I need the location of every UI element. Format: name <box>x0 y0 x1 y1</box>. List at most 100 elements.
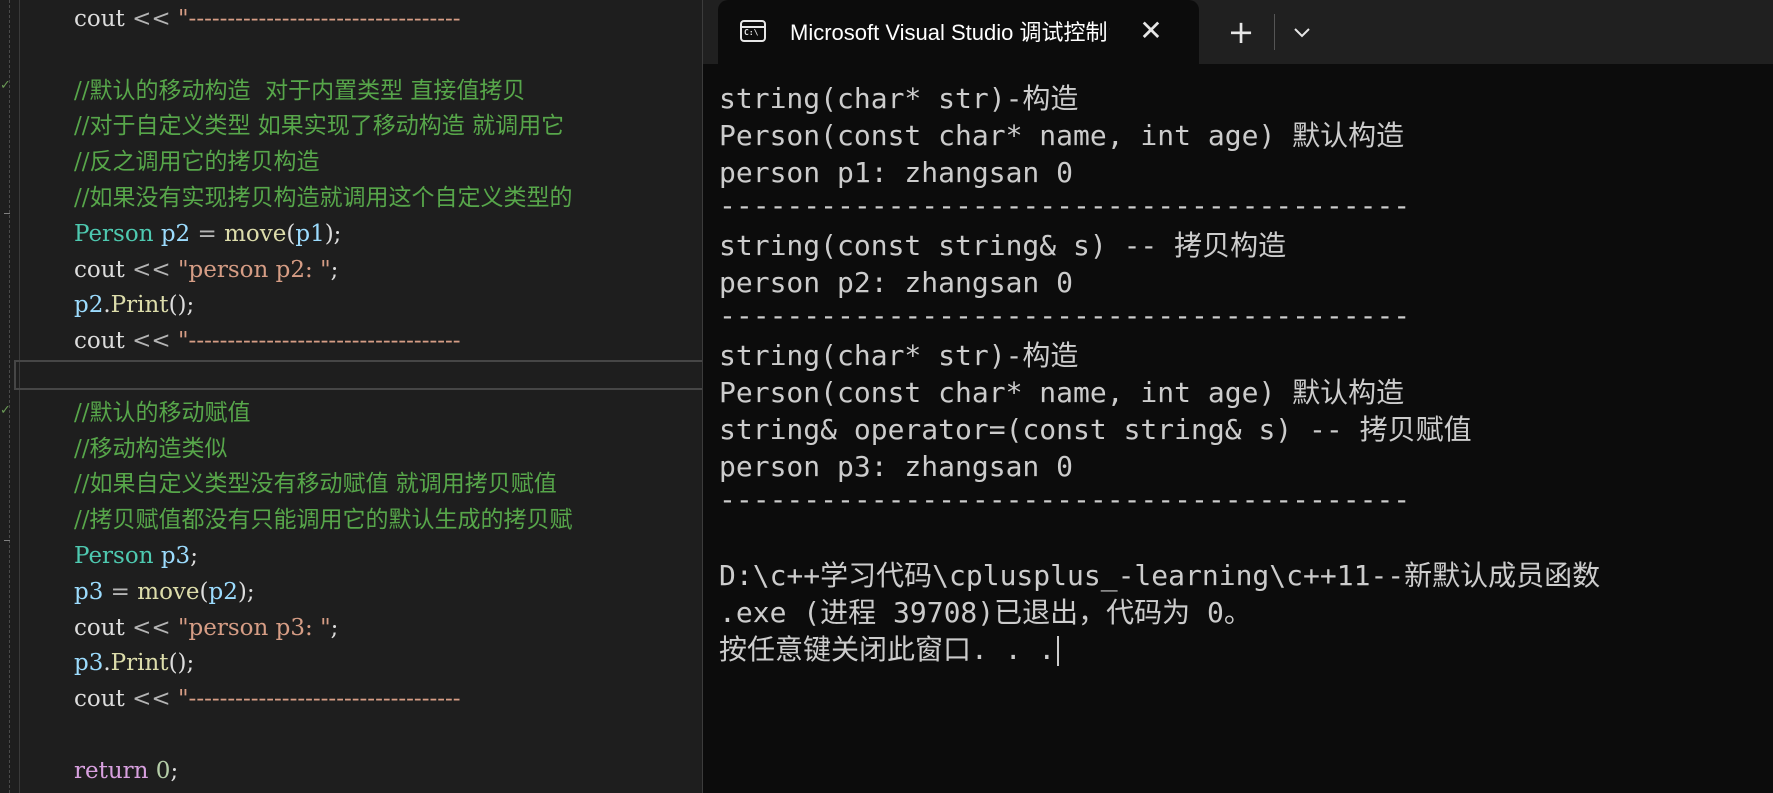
tab-debug-console[interactable]: C:\ Microsoft Visual Studio 调试控制台 ✕ <box>718 0 1199 64</box>
code-line[interactable]: cout << "person p2: "; <box>74 253 702 289</box>
code-token: //移动构造类似 <box>74 435 228 462</box>
code-token: cout <box>74 686 125 713</box>
debug-console-window[interactable]: C:\ Microsoft Visual Studio 调试控制台 ✕ + st… <box>702 0 1773 793</box>
console-line: Person(const char* name, int age) 默认构造 <box>719 376 1405 409</box>
code-line[interactable]: p3 = move(p2); <box>74 575 702 611</box>
code-line[interactable] <box>74 38 702 74</box>
chevron-down-icon[interactable] <box>1284 15 1320 49</box>
code-token: //如果没有实现拷贝构造就调用这个自定义类型的 <box>74 184 573 211</box>
code-line[interactable]: //对于自定义类型 如果实现了移动构造 就调用它 <box>74 109 702 145</box>
collapse-check-icon[interactable]: ✓ <box>0 404 12 417</box>
console-line: .exe (进程 39708)已退出，代码为 0。 <box>719 596 1252 629</box>
code-line[interactable]: //拷贝赋值都没有只能调用它的默认生成的拷贝赋 <box>74 503 702 539</box>
code-token: //对于自定义类型 如果实现了移动构造 就调用它 <box>74 113 565 140</box>
code-token: (); <box>168 292 195 319</box>
code-token: ; <box>190 542 198 569</box>
code-line[interactable]: return 0; <box>74 754 702 790</box>
code-token: . <box>103 650 111 677</box>
code-line[interactable]: p2.Print(); <box>74 288 702 324</box>
console-line: string& operator=(const string& s) -- 拷贝… <box>719 413 1472 446</box>
console-line: D:\c++学习代码\cplusplus_-learning\c++11--新默… <box>719 559 1601 592</box>
code-token: << <box>124 328 178 355</box>
outline-tick <box>4 213 10 214</box>
console-line: string(char* str)-构造 <box>719 339 1079 372</box>
code-line[interactable]: p3.Print(); <box>74 646 702 682</box>
code-token: ; <box>330 256 339 283</box>
code-token: p2 <box>74 292 104 319</box>
code-line[interactable]: //反之调用它的拷贝构造 <box>74 145 702 181</box>
code-token: Person <box>74 542 154 569</box>
code-token: "----------------------------------- <box>177 686 461 713</box>
code-line[interactable]: Person p3; <box>74 539 702 575</box>
code-line[interactable]: //如果自定义类型没有移动赋值 就调用拷贝赋值 <box>74 467 702 503</box>
close-icon[interactable]: ✕ <box>1136 16 1166 46</box>
code-line[interactable] <box>74 718 702 754</box>
collapse-check-icon[interactable]: ✓ <box>0 79 12 92</box>
code-token: ); <box>237 578 255 605</box>
code-token: p3 <box>74 650 104 677</box>
code-token: << <box>124 686 178 713</box>
code-line[interactable] <box>74 360 702 396</box>
indent-guide <box>9 0 10 793</box>
code-line[interactable]: cout << "person p3: "; <box>74 611 702 647</box>
code-line[interactable]: cout << "-------------------------------… <box>74 682 702 718</box>
code-line[interactable]: cout << "-------------------------------… <box>74 324 702 360</box>
screen: ✓ ✓ cout << "---------------------------… <box>0 0 1773 793</box>
code-token: = <box>103 578 138 605</box>
code-token: move <box>224 220 287 247</box>
editor-gutter: ✓ ✓ <box>0 0 40 793</box>
code-line[interactable]: //默认的移动构造 对于内置类型 直接值拷贝 <box>74 74 702 110</box>
code-token: . <box>103 292 111 319</box>
code-token: << <box>124 256 178 283</box>
code-token: ; <box>170 757 179 784</box>
code-token: //反之调用它的拷贝构造 <box>74 149 320 176</box>
outline-tick <box>4 540 10 541</box>
code-lines[interactable]: cout << "-------------------------------… <box>74 2 702 790</box>
code-line[interactable]: Person p2 = move(p1); <box>74 217 702 253</box>
code-token: 0 <box>155 757 171 784</box>
new-tab-button[interactable]: + <box>1223 15 1259 49</box>
console-line: Person(const char* name, int age) 默认构造 <box>719 119 1405 152</box>
code-token: p2 <box>160 220 191 247</box>
code-token: //如果自定义类型没有移动赋值 就调用拷贝赋值 <box>74 471 557 498</box>
code-token: << <box>124 614 178 641</box>
code-token: //拷贝赋值都没有只能调用它的默认生成的拷贝赋 <box>74 507 573 534</box>
code-line[interactable]: cout << "-------------------------------… <box>74 2 702 38</box>
console-line: string(char* str)-构造 <box>719 82 1079 115</box>
code-token: cout <box>74 6 125 32</box>
console-line: person p2: zhangsan 0 <box>719 266 1074 299</box>
code-token: p2 <box>208 578 238 605</box>
code-token: "person p3: " <box>177 614 331 641</box>
code-token: Person <box>74 220 154 247</box>
console-line: ----------------------------------------… <box>719 191 1411 222</box>
code-editor[interactable]: ✓ ✓ cout << "---------------------------… <box>0 0 702 793</box>
console-line: ----------------------------------------… <box>719 301 1411 332</box>
console-line: string(const string& s) -- 拷贝构造 <box>719 229 1287 262</box>
code-token: = <box>190 220 225 247</box>
console-line: person p3: zhangsan 0 <box>719 450 1074 483</box>
console-line: ----------------------------------------… <box>719 485 1411 516</box>
code-token: "person p2: " <box>177 256 331 283</box>
code-token: ( <box>286 220 296 247</box>
code-token: ); <box>324 220 342 247</box>
tab-bar: C:\ Microsoft Visual Studio 调试控制台 ✕ + <box>703 0 1773 64</box>
code-line[interactable]: //如果没有实现拷贝构造就调用这个自定义类型的 <box>74 181 702 217</box>
code-token: Print <box>110 650 169 677</box>
code-token: move <box>137 578 200 605</box>
console-icon: C:\ <box>740 20 766 42</box>
code-token: ; <box>330 614 339 641</box>
console-icon-text: C:\ <box>744 28 759 37</box>
code-token: cout <box>74 256 125 283</box>
code-line[interactable]: //默认的移动赋值 <box>74 396 702 432</box>
code-token: return <box>74 757 149 784</box>
code-token: p3 <box>74 578 104 605</box>
code-line[interactable]: //移动构造类似 <box>74 432 702 468</box>
code-token: //默认的移动构造 对于内置类型 直接值拷贝 <box>74 77 526 104</box>
console-output[interactable]: string(char* str)-构造 Person(const char* n… <box>719 80 1773 668</box>
code-token: ( <box>199 578 209 605</box>
outline-guide <box>19 0 20 793</box>
